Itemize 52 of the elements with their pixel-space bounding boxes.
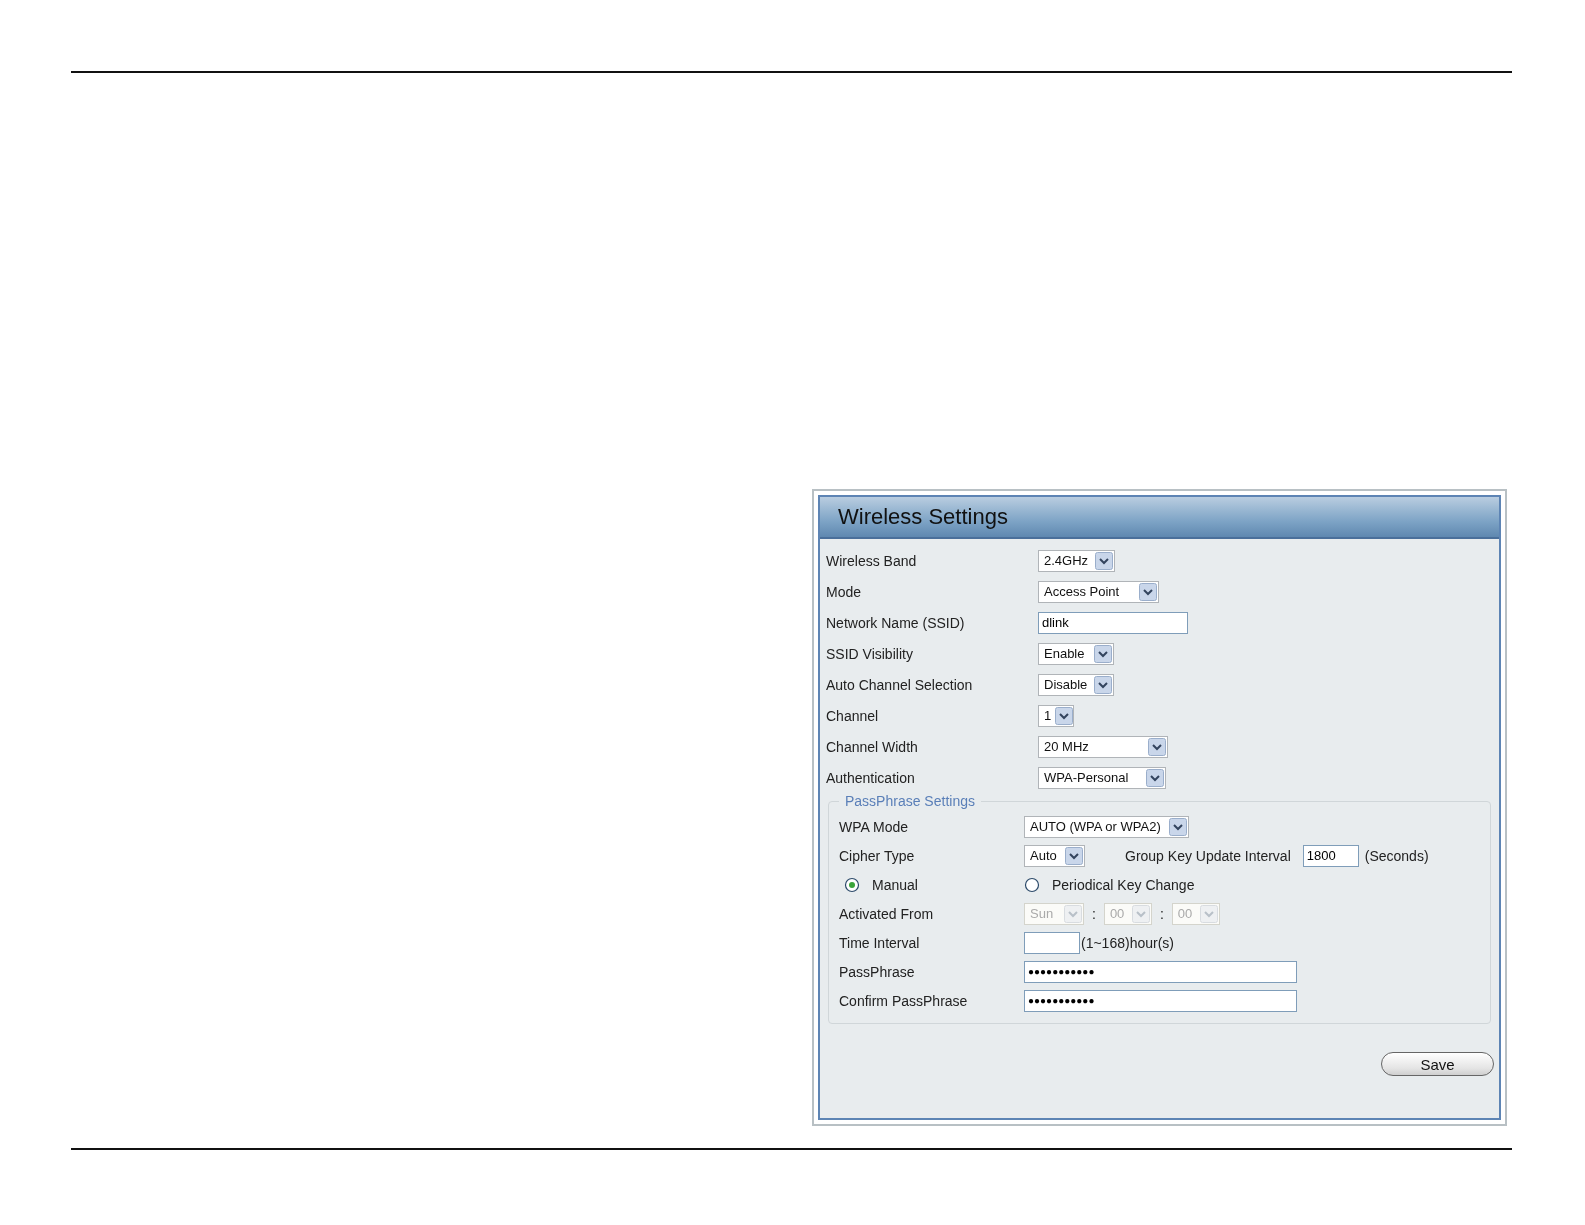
chevron-down-icon: [1148, 737, 1166, 756]
input-field[interactable]: dlink: [1038, 611, 1188, 634]
password-field[interactable]: ●●●●●●●●●●●: [1024, 989, 1297, 1012]
chevron-down-icon: [1199, 904, 1218, 923]
dropdown[interactable]: 2.4GHz: [1038, 549, 1115, 572]
dropdown[interactable]: AUTO (WPA or WPA2): [1024, 815, 1189, 838]
field-label: Cipher Type: [839, 847, 916, 864]
dropdown[interactable]: Enable: [1038, 642, 1114, 665]
chevron-down-icon: [1169, 817, 1187, 836]
fieldset-legend: PassPhrase Settings: [839, 793, 981, 809]
chevron-down-icon: [1131, 904, 1150, 923]
chevron-down-icon: [1055, 706, 1074, 725]
field-label: Authentication: [826, 769, 916, 786]
field-label: Time Interval: [839, 934, 921, 951]
chevron-down-icon: [1139, 582, 1157, 601]
separator-colon: :: [1092, 905, 1096, 922]
password-field[interactable]: ●●●●●●●●●●●: [1024, 960, 1297, 983]
field-label: Activated From: [839, 905, 935, 922]
radio-button[interactable]: [1024, 876, 1040, 893]
radio-label: Periodical Key Change: [1052, 876, 1195, 893]
input-field[interactable]: [1024, 931, 1080, 954]
unit-label: (Seconds): [1364, 847, 1429, 864]
chevron-down-icon: [1094, 644, 1112, 663]
field-label: Channel Width: [826, 738, 919, 755]
field-label: WPA Mode: [839, 818, 909, 835]
dropdown[interactable]: 1: [1038, 704, 1074, 727]
field-label: Mode: [826, 583, 863, 600]
field-label: Confirm PassPhrase: [839, 992, 969, 1009]
dropdown[interactable]: Disable: [1038, 673, 1114, 696]
field-label: Auto Channel Selection: [826, 676, 974, 693]
field-label: Wireless Band: [826, 552, 918, 569]
dropdown[interactable]: Access Point: [1038, 580, 1159, 603]
dropdown[interactable]: WPA-Personal: [1038, 766, 1166, 789]
dropdown[interactable]: 20 MHz: [1038, 735, 1168, 758]
panel-title: Wireless Settings: [838, 504, 1008, 530]
field-label: Group Key Update Interval: [1125, 847, 1291, 864]
dropdown[interactable]: Auto: [1024, 844, 1085, 867]
field-label: Channel: [826, 707, 880, 724]
input-field[interactable]: 1800: [1302, 844, 1359, 867]
chevron-down-icon: [1146, 768, 1164, 787]
radio-label: Manual: [872, 876, 918, 893]
field-label: Network Name (SSID): [826, 614, 966, 631]
field-label: SSID Visibility: [826, 645, 914, 662]
separator-colon: :: [1159, 905, 1164, 922]
chevron-down-icon: [1094, 675, 1112, 694]
chevron-down-icon: [1065, 846, 1083, 865]
unit-label: (1~168)hour(s): [1081, 934, 1174, 951]
radio-button[interactable]: [844, 876, 860, 893]
chevron-down-icon: [1095, 551, 1113, 570]
chevron-down-icon: [1064, 904, 1082, 923]
field-label: PassPhrase: [839, 963, 916, 980]
save-button[interactable]: Save: [1381, 1052, 1494, 1076]
